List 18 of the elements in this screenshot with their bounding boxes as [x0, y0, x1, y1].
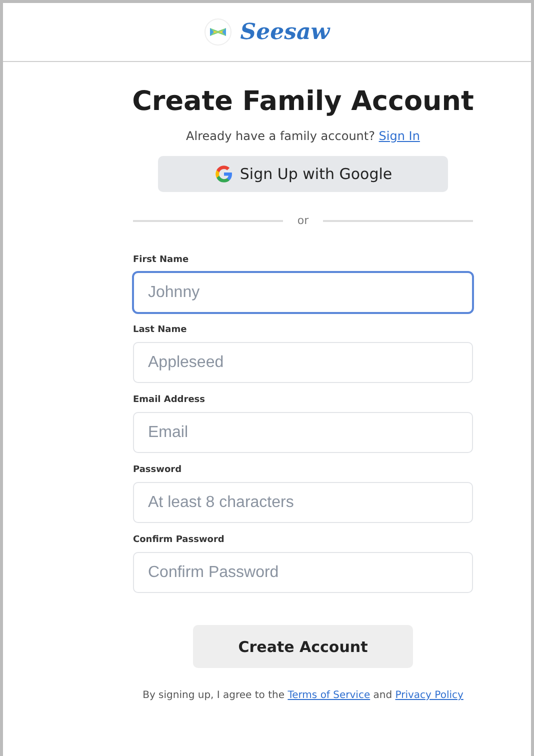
privacy-link[interactable]: Privacy Policy [395, 690, 464, 701]
google-icon [214, 164, 234, 184]
google-signup-button[interactable]: Sign Up with Google [158, 156, 448, 192]
create-account-button[interactable]: Create Account [193, 625, 413, 668]
field-label: Last Name [133, 325, 188, 335]
terms-link[interactable]: Terms of Service [288, 690, 370, 701]
signin-prompt: Already have a family account? Sign In [186, 129, 420, 143]
logo-text: Seesaw [240, 19, 330, 45]
divider-text: or [297, 214, 309, 227]
field-label: First Name [133, 255, 190, 265]
input-field[interactable]: Johnny [133, 272, 473, 313]
page-title: Create Family Account [132, 86, 474, 117]
field-label: Confirm Password [133, 535, 226, 545]
logo-icon [204, 18, 232, 46]
field-label: Email Address [133, 395, 206, 405]
sign-in-link[interactable]: Sign In [378, 129, 420, 143]
terms-text: By signing up, I agree to the Terms of Service and Privacy Policy [142, 690, 464, 701]
field-label: Password [133, 465, 183, 475]
